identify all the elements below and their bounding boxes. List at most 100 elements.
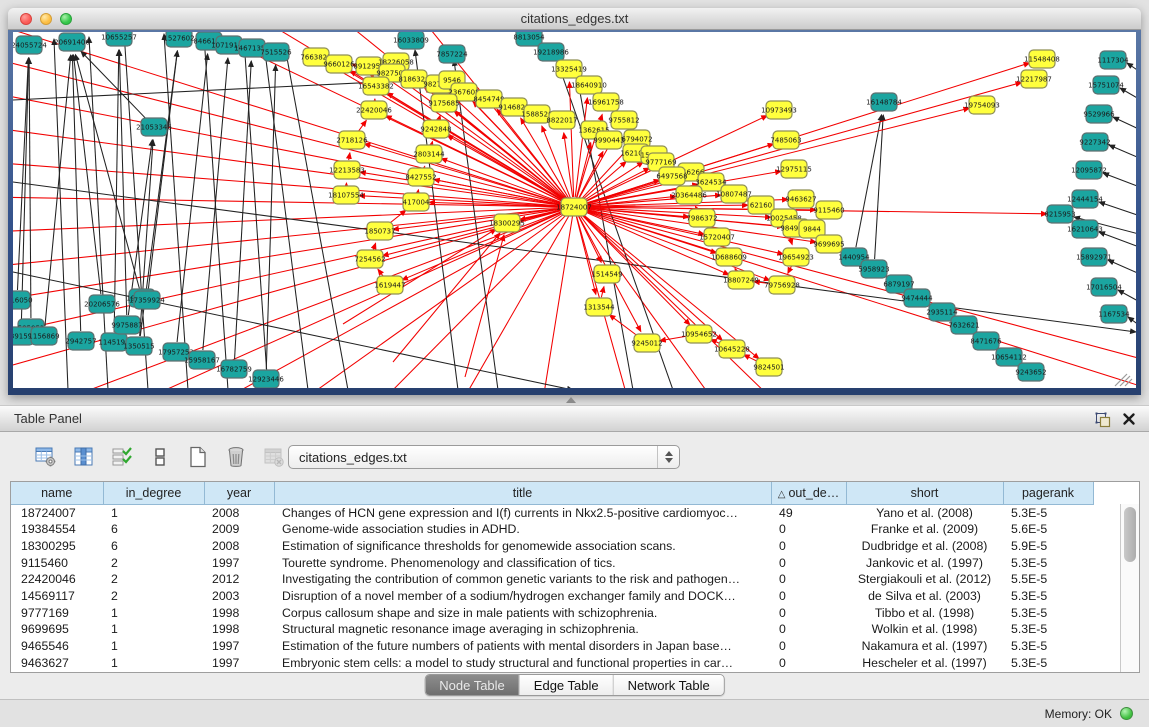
network-node[interactable]: 9474444 [901,289,933,307]
network-node[interactable]: 12444154 [1067,190,1103,208]
network-node[interactable]: 12975115 [776,160,812,178]
network-node[interactable]: 10645228 [714,340,750,358]
column-header-pagerank[interactable]: pagerank [1003,482,1093,504]
network-node[interactable]: 18107554 [328,186,364,204]
network-node[interactable]: 16148784 [866,93,902,111]
network-node[interactable]: 16033809 [393,32,429,49]
column-header-short[interactable]: short [846,482,1003,504]
table-row[interactable]: 977716911998Corpus callosum shape and si… [11,605,1121,622]
network-node[interactable]: 19218986 [533,43,569,61]
column-header-year[interactable]: year [204,482,274,504]
network-select-dropdown[interactable]: citations_edges.txt [288,445,680,469]
table-row[interactable]: 911546021997Tourette syndrome. Phenomeno… [11,555,1121,572]
network-node[interactable]: 20691406 [54,33,90,51]
network-node[interactable]: 9824501 [753,358,784,376]
network-node[interactable]: 7254562 [354,250,385,268]
table-row[interactable]: 1872400712008Changes of HCN gene express… [11,504,1121,521]
network-node[interactable]: 16210643 [1067,220,1103,238]
table-row[interactable]: 1456911722003Disruption of a novel membe… [11,588,1121,605]
network-node[interactable]: 2718126 [336,131,368,149]
window-titlebar[interactable]: citations_edges.txt [8,8,1141,30]
network-node[interactable]: 62160 [748,196,774,214]
rows-icon[interactable] [148,445,172,469]
network-node[interactable]: 10655257 [101,32,137,46]
network-node[interactable]: 10973493 [761,101,797,119]
network-node[interactable]: 18724007 [556,198,592,216]
network-node[interactable]: 7857224 [436,45,468,63]
network-canvas[interactable]: 2405572420691406106552571527602846616010… [13,32,1136,388]
network-node[interactable]: 1167534 [1098,305,1130,323]
network-node[interactable]: 2616050 [13,291,33,309]
network-node[interactable]: 19754093 [964,96,1000,114]
tab-edge-table[interactable]: Edge Table [520,675,614,695]
network-node[interactable]: 24055724 [13,36,47,54]
column-header-title[interactable]: title [274,482,771,504]
column-header-out_de[interactable]: △out_de… [771,482,846,504]
network-node[interactable]: 9243652 [1015,363,1046,381]
network-node[interactable]: 12095872 [1071,161,1107,179]
network-node[interactable]: 6497568 [656,167,687,185]
network-node[interactable]: 15892971 [1076,248,1112,266]
network-node[interactable]: 1514549 [591,265,622,283]
network-node[interactable]: 1117304 [1097,51,1129,69]
network-node[interactable]: 8427552 [405,168,436,186]
network-node[interactable]: 7485063 [770,131,801,149]
network-node[interactable]: 16543382 [358,77,394,95]
column-header-in_degree[interactable]: in_degree [103,482,204,504]
network-node[interactable]: 7632621 [948,316,979,334]
network-node[interactable]: 15751074 [1088,76,1124,94]
network-node[interactable]: 12923446 [248,370,284,388]
close-panel-icon[interactable] [1122,412,1136,431]
network-node[interactable]: 15958167 [184,351,220,369]
network-node[interactable]: 8215953 [1044,205,1075,223]
network-node[interactable]: 10807487 [716,185,752,203]
network-node[interactable]: 18300295 [489,214,525,232]
panel-splitter[interactable] [0,395,1149,405]
column-visibility-icon[interactable] [72,445,96,469]
network-node[interactable]: 9975887 [111,316,142,334]
network-node[interactable]: 1527602 [163,32,194,47]
close-window-icon[interactable] [20,13,32,25]
network-node[interactable]: 20206576 [84,295,120,313]
network-node[interactable]: 417004 [403,193,430,211]
splitter-handle-icon[interactable] [566,397,576,403]
table-row[interactable]: 946554611997Estimation of the future num… [11,638,1121,655]
network-node[interactable]: 12217987 [1016,70,1052,88]
network-node[interactable]: 1313544 [583,298,615,316]
tab-network-table[interactable]: Network Table [614,675,724,695]
scrollbar-thumb[interactable] [1124,507,1136,562]
network-node[interactable]: 5958923 [858,260,889,278]
network-node[interactable]: 9660126 [323,55,355,73]
table-scrollbar[interactable] [1120,504,1139,672]
network-node[interactable]: 17016504 [1086,278,1122,296]
table-mode-icon[interactable] [34,445,58,469]
network-node[interactable]: 8471676 [970,332,1002,350]
network-node[interactable]: 9245012 [631,334,662,352]
float-panel-icon[interactable] [1095,412,1111,433]
network-node[interactable]: 1350515 [123,337,154,355]
network-node[interactable]: 18807249 [723,271,759,289]
network-node[interactable]: 2942757 [65,332,96,350]
network-node[interactable]: 16961758 [588,93,624,111]
network-node[interactable]: 1619447 [374,276,405,294]
network-node[interactable]: 9463627 [785,190,816,208]
delete-column-icon[interactable] [224,445,248,469]
network-node[interactable]: 9227342 [1079,133,1110,151]
minimize-window-icon[interactable] [40,13,52,25]
network-node[interactable]: 9242848 [420,120,451,138]
network-node[interactable]: 9990443 [593,131,624,149]
network-node[interactable]: 1850737 [364,222,395,240]
network-node[interactable]: 13325419 [551,60,587,78]
table-row[interactable]: 946362711997Embryonic stem cells: a mode… [11,655,1121,672]
column-selection-icon[interactable] [110,445,134,469]
network-node[interactable]: 2803144 [413,145,445,163]
network-node[interactable]: 9699695 [813,235,844,253]
network-node[interactable]: 9755812 [608,111,639,129]
network-node[interactable]: 18640910 [571,76,607,94]
network-node[interactable]: 1156869 [28,327,59,345]
network-node[interactable]: 7986372 [686,209,717,227]
network-node[interactable]: 10954652 [681,325,717,343]
network-node[interactable]: 8822017 [546,111,577,129]
network-node[interactable]: 11548408 [1024,50,1060,68]
network-node[interactable]: 16782759 [216,360,252,378]
